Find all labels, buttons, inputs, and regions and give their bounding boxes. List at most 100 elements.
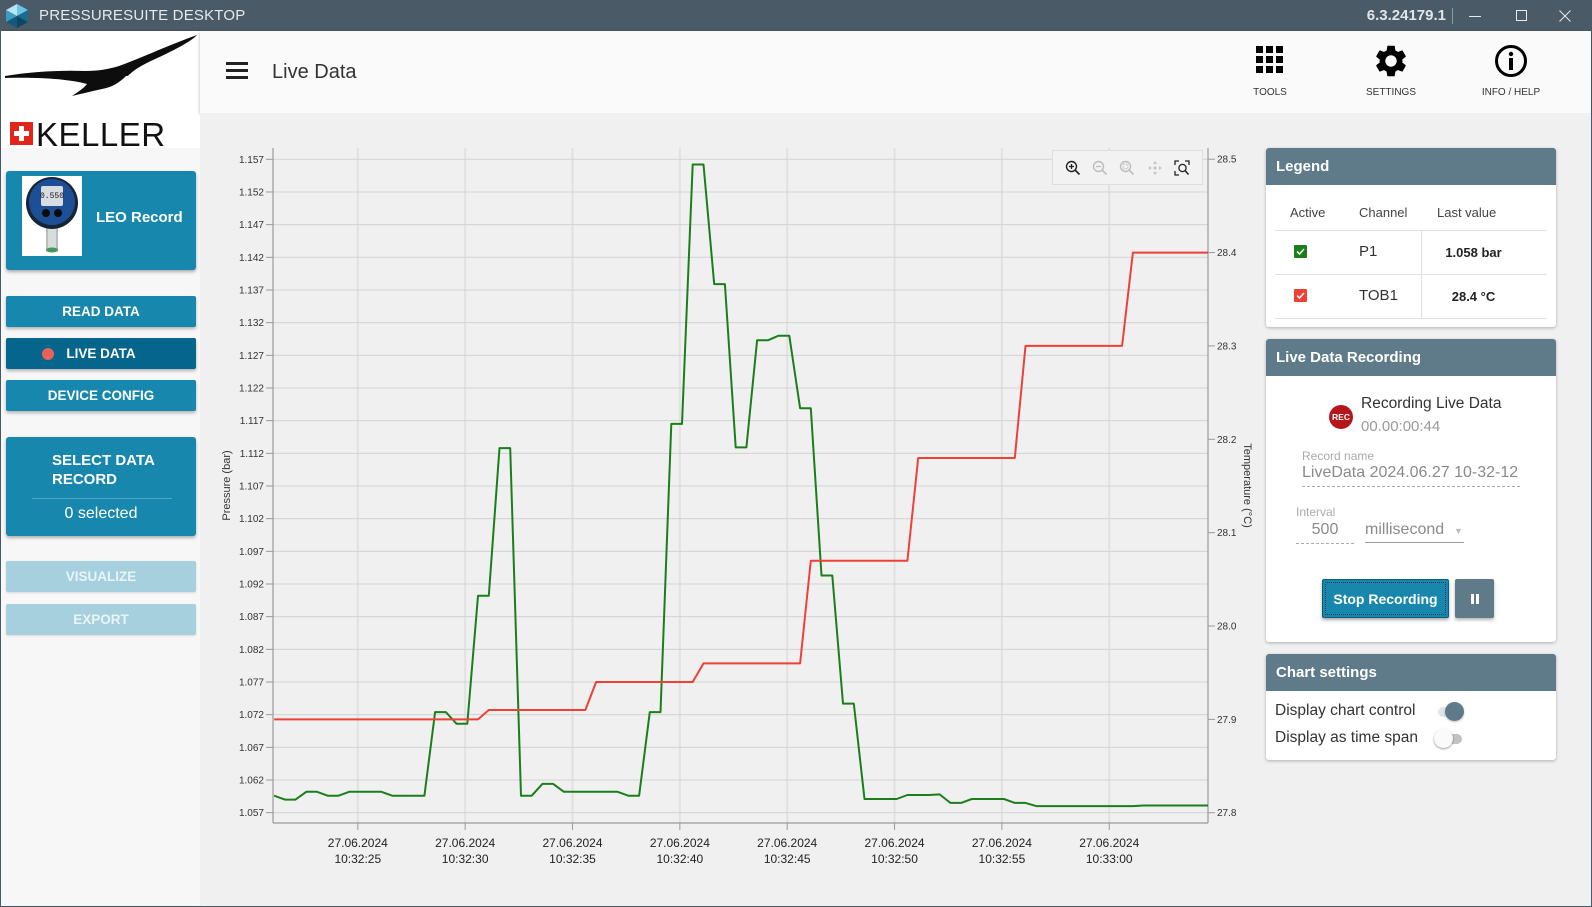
export-label: EXPORT (73, 612, 129, 627)
pan-button[interactable] (1144, 157, 1166, 179)
select-data-record-title: SELECT DATA RECORD (52, 452, 155, 488)
gear-icon (1376, 45, 1406, 77)
y-left-tick-label: 1.057 (239, 808, 264, 819)
display-as-time-span-label: Display as time span (1275, 729, 1419, 746)
interval-unit-underline (1365, 542, 1464, 543)
checkmark-icon (1296, 248, 1305, 256)
close-icon (1559, 9, 1571, 22)
minimize-icon (1469, 15, 1481, 17)
recording-status: Recording Live Data (1361, 395, 1502, 412)
info-icon (1495, 45, 1527, 77)
device-name: LEO Record (96, 209, 183, 226)
y-right-tick-label: 28.0 (1217, 622, 1237, 633)
toggle-knob (1445, 702, 1464, 721)
display-as-time-span-toggle[interactable] (1434, 729, 1464, 749)
divider (32, 498, 172, 499)
info-help-button[interactable]: INFO / HELP (1461, 40, 1561, 106)
y-left-tick-label: 1.097 (239, 547, 264, 558)
recording-title: Live Data Recording (1266, 339, 1556, 376)
x-tick-label-date: 27.06.2024 (542, 836, 602, 850)
y-left-tick-label: 1.067 (239, 743, 264, 754)
visualize-button[interactable]: VISUALIZE (6, 561, 196, 592)
y-left-tick-label: 1.127 (239, 351, 264, 362)
zoom-in-button[interactable] (1062, 157, 1084, 179)
y-right-tick-label: 28.3 (1217, 341, 1237, 352)
y-left-tick-label: 1.102 (239, 514, 264, 525)
chart-toolbar (1052, 150, 1203, 185)
read-data-label: READ DATA (62, 304, 140, 319)
channel-name: P1 (1359, 243, 1378, 260)
bird-logo-icon (5, 35, 197, 96)
app-version: 6.3.24179.1 (1366, 7, 1446, 24)
settings-label: SETTINGS (1365, 87, 1416, 98)
y-right-tick-label: 28.4 (1217, 248, 1237, 259)
recording-elapsed-time: 00.00:00:44 (1361, 418, 1441, 435)
hamburger-icon-bar (226, 76, 248, 79)
y-left-tick-label: 1.082 (239, 645, 264, 656)
recording-card: Live Data Recording REC Recording Live D… (1266, 339, 1556, 642)
zoom-reset-icon (1120, 160, 1135, 175)
export-button[interactable]: EXPORT (6, 604, 196, 635)
close-button[interactable] (1543, 0, 1587, 31)
display-chart-control-toggle[interactable] (1434, 702, 1464, 722)
x-tick-label-time: 10:32:25 (334, 852, 381, 866)
legend-card: Legend Active Channel Last value P1 1.05… (1266, 148, 1556, 327)
stop-recording-button[interactable]: Stop Recording (1322, 579, 1449, 618)
live-data-button[interactable]: LIVE DATA (6, 338, 196, 369)
y-left-tick-label: 1.122 (239, 383, 264, 394)
pause-icon (1470, 593, 1479, 604)
select-data-record-button[interactable]: SELECT DATA RECORD 0 selected (6, 437, 196, 536)
x-tick-label-time: 10:32:50 (871, 852, 918, 866)
x-tick-label-date: 27.06.2024 (435, 836, 495, 850)
device-card[interactable]: 0.550 LEO Record (6, 171, 196, 270)
y-left-tick-label: 1.147 (239, 220, 264, 231)
column-header-active: Active (1290, 205, 1326, 220)
y-left-tick-label: 1.132 (239, 318, 264, 329)
maximize-button[interactable] (1500, 0, 1544, 31)
y-left-tick-label: 1.142 (239, 253, 264, 264)
read-data-button[interactable]: READ DATA (6, 296, 196, 327)
x-tick-label-time: 10:32:55 (979, 852, 1026, 866)
x-tick-label-time: 10:32:30 (442, 852, 489, 866)
info-help-label: INFO / HELP (1481, 87, 1541, 98)
y-left-tick-label: 1.117 (240, 416, 265, 427)
zoom-reset-button[interactable] (1116, 157, 1138, 179)
y-right-tick-label: 28.2 (1217, 435, 1237, 446)
zoom-out-button[interactable] (1089, 157, 1111, 179)
pan-icon (1147, 160, 1162, 175)
interval-input[interactable]: 500 (1296, 521, 1354, 539)
record-name-input[interactable]: LiveData 2024.06.27 10-32-12 (1302, 464, 1518, 482)
menu-button[interactable] (226, 61, 250, 81)
record-name-underline (1302, 486, 1520, 487)
chart-settings-card: Chart settings Display chart control Dis… (1266, 654, 1556, 760)
x-tick-label-time: 10:32:35 (549, 852, 596, 866)
tob1-active-checkbox[interactable] (1294, 289, 1307, 302)
y-left-tick-label: 1.152 (239, 187, 264, 198)
visualize-label: VISUALIZE (65, 569, 137, 584)
page-title: Live Data (272, 61, 357, 83)
x-tick-label-time: 10:32:45 (764, 852, 811, 866)
y-right-tick-label: 27.9 (1217, 715, 1237, 726)
zoom-box-button[interactable] (1171, 157, 1193, 179)
tools-button[interactable]: TOOLS (1220, 40, 1320, 106)
swiss-flag-icon (10, 122, 33, 145)
svg-text:0.550: 0.550 (40, 192, 64, 201)
interval-unit-select[interactable]: millisecond (1365, 521, 1444, 539)
y-left-tick-label: 1.107 (239, 481, 264, 492)
settings-button[interactable]: SETTINGS (1341, 40, 1441, 106)
y-right-axis-title: Temperature (°C) (1241, 443, 1253, 527)
chevron-down-icon: ▼ (1454, 526, 1463, 536)
zoom-in-icon (1065, 160, 1080, 175)
y-left-tick-label: 1.087 (239, 612, 264, 623)
column-header-last-value: Last value (1437, 205, 1497, 220)
live-data-chart[interactable]: 1.057 1.062 1.067 1.072 1.077 1.082 1.087 1.092… (200, 113, 1260, 906)
minimize-button[interactable] (1453, 0, 1497, 31)
y-left-tick-label: 1.062 (239, 776, 264, 787)
app-title: PRESSURESUITE DESKTOP (39, 7, 246, 24)
x-tick-label-time: 10:32:40 (656, 852, 703, 866)
pause-button[interactable] (1455, 579, 1494, 618)
device-config-button[interactable]: DEVICE CONFIG (6, 380, 196, 411)
p1-active-checkbox[interactable] (1294, 245, 1307, 258)
device-config-label: DEVICE CONFIG (47, 388, 155, 403)
y-right-tick-label: 28.1 (1217, 528, 1237, 539)
